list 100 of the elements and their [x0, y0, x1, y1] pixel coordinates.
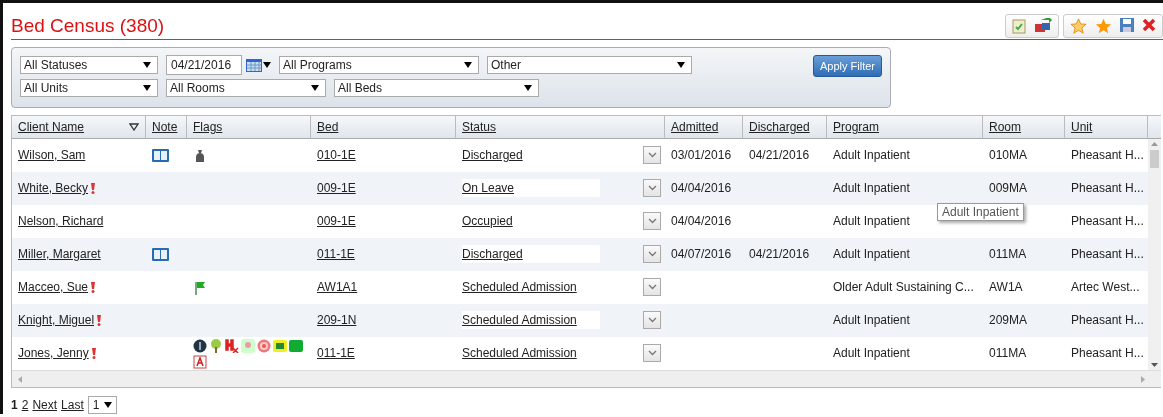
scroll-up-icon[interactable]	[1151, 142, 1158, 146]
client-name-link[interactable]: Knight, Miguel	[18, 313, 95, 327]
next-link[interactable]: Next	[32, 398, 58, 412]
scroll-thumb[interactable]	[1150, 150, 1159, 168]
star-outline-icon[interactable]	[1070, 17, 1087, 34]
page-link[interactable]: 1	[11, 398, 18, 412]
program-text: Adult Inpatient	[833, 214, 910, 228]
dropdown[interactable]: Other	[487, 56, 692, 74]
chevron-icon	[647, 218, 657, 224]
badge-icon	[193, 354, 207, 369]
bed-link[interactable]: AW1A1	[317, 280, 358, 294]
money-icon	[273, 338, 287, 353]
client-name-link[interactable]: White, Becky	[18, 181, 89, 195]
admitted-date: 04/04/2016	[671, 181, 732, 195]
client-name-link[interactable]: Macceo, Sue	[18, 280, 89, 294]
scroll-down-icon[interactable]	[1151, 363, 1158, 367]
unit-text: Pheasant H...	[1071, 181, 1144, 195]
tag-icon	[289, 338, 303, 353]
page-link[interactable]: 2	[21, 398, 29, 412]
calendar-icon[interactable]	[246, 58, 271, 72]
room-text: 009MA	[989, 181, 1028, 195]
tooltip: Adult Inpatient	[937, 203, 1024, 221]
chevron-icon	[647, 350, 657, 356]
unit-text: Pheasant H...	[1071, 247, 1144, 261]
chevron-icon	[647, 185, 657, 191]
star-icon[interactable]	[1095, 17, 1112, 34]
book-icon[interactable]	[152, 148, 169, 162]
bed-link[interactable]: 011-1E	[317, 247, 355, 261]
discharged-date: 04/21/2016	[749, 148, 810, 162]
vertical-scrollbar[interactable]	[1148, 139, 1161, 370]
unit-text: Pheasant H...	[1071, 148, 1144, 162]
scroll-left-icon[interactable]	[18, 375, 22, 383]
unit-text: Artec West...	[1071, 280, 1140, 294]
sort-icon[interactable]	[129, 123, 139, 131]
bed-link[interactable]: 011-1E	[317, 346, 355, 360]
transfer-icon[interactable]	[1034, 17, 1052, 34]
admitted-date: 03/01/2016	[671, 148, 732, 162]
chevron-icon	[647, 251, 657, 257]
program-text: Adult Inpatient	[833, 181, 910, 195]
caret-icon	[677, 62, 685, 68]
caret-icon	[104, 402, 113, 408]
status-dropdown-button[interactable]	[643, 212, 661, 230]
program-text: Older Adult Sustaining C...	[833, 280, 974, 294]
dropdown[interactable]: All Beds	[334, 79, 539, 97]
money-bag-icon	[193, 148, 207, 163]
room-text: 011MA	[989, 247, 1027, 261]
room-text: 209MA	[989, 313, 1028, 327]
save-icon[interactable]	[1120, 17, 1134, 34]
status-dropdown-button[interactable]	[643, 344, 661, 362]
scroll-right-icon[interactable]	[1141, 375, 1145, 383]
discharged-date: 04/21/2016	[749, 247, 810, 261]
table-row[interactable]: White, Becky 009-1E On Leave 04/04/2016 Adult Inpatient 009MA Pheasant H...	[12, 172, 1148, 205]
status-link[interactable]: Scheduled Admission	[462, 311, 600, 329]
status-dropdown-button[interactable]	[643, 278, 661, 296]
caret-icon	[311, 85, 319, 91]
page-dropdown[interactable]: 1	[87, 396, 118, 414]
status-link[interactable]: Discharged	[462, 245, 600, 263]
horizontal-scrollbar[interactable]	[12, 370, 1161, 387]
bed-link[interactable]: 209-1N	[317, 313, 357, 327]
bed-link[interactable]: 009-1E	[317, 214, 356, 228]
status-dropdown-button[interactable]	[643, 146, 661, 164]
flag-icon	[193, 280, 207, 295]
date-field[interactable]: 04/21/2016	[166, 55, 242, 75]
bed-link[interactable]: 010-1E	[317, 148, 356, 162]
client-name-link[interactable]: Jones, Jenny	[18, 346, 89, 360]
client-name-link[interactable]: Nelson, Richard	[18, 214, 104, 228]
page-title: Bed Census (380)	[11, 14, 165, 37]
dropdown[interactable]: All Units	[20, 79, 158, 97]
status-dropdown-button[interactable]	[643, 179, 661, 197]
chevron-icon	[647, 284, 657, 290]
unit-text: Pheasant H...	[1071, 214, 1144, 228]
client-name-link[interactable]: Miller, Margaret	[18, 247, 101, 261]
coin-icon	[193, 338, 207, 353]
program-text: Adult Inpatient	[833, 313, 910, 327]
table-row[interactable]: Knight, Miguel 209-1N Scheduled Admission Adult Inpatient 209MA Pheasant H...	[12, 304, 1148, 337]
unit-text: Pheasant H...	[1071, 313, 1144, 327]
bed-link[interactable]: 009-1E	[317, 181, 356, 195]
close-icon[interactable]	[1142, 17, 1156, 34]
unit-text: Pheasant H...	[1071, 346, 1144, 360]
program-text: Adult Inpatient	[833, 148, 910, 162]
dropdown[interactable]: All Programs	[279, 56, 479, 74]
caret-icon	[524, 85, 532, 91]
admitted-date: 04/04/2016	[671, 214, 732, 228]
status-dropdown-button[interactable]	[643, 245, 661, 263]
status-dropdown-button[interactable]	[643, 311, 661, 329]
status-link[interactable]: On Leave	[462, 179, 600, 197]
chevron-icon	[647, 317, 657, 323]
target-icon	[257, 338, 271, 353]
table-row[interactable]: Miller, Margaret 011-1E Discharged 04/07/2016 04/21/2016 Adult Inpatient 011MA Pheasant H...	[12, 238, 1148, 271]
apply-filter-button[interactable]: Apply Filter	[812, 55, 882, 77]
dropdown[interactable]: All Statuses	[20, 56, 158, 74]
dropdown[interactable]: All Rooms	[166, 79, 326, 97]
client-name-link[interactable]: Wilson, Sam	[18, 148, 86, 162]
last-link[interactable]: Last	[61, 398, 84, 412]
tree-icon	[209, 338, 223, 353]
caret-icon	[143, 62, 151, 68]
clipboard-icon[interactable]	[1012, 17, 1026, 34]
caret-icon	[464, 62, 472, 68]
book-icon[interactable]	[152, 247, 169, 261]
rx-icon	[225, 338, 239, 353]
